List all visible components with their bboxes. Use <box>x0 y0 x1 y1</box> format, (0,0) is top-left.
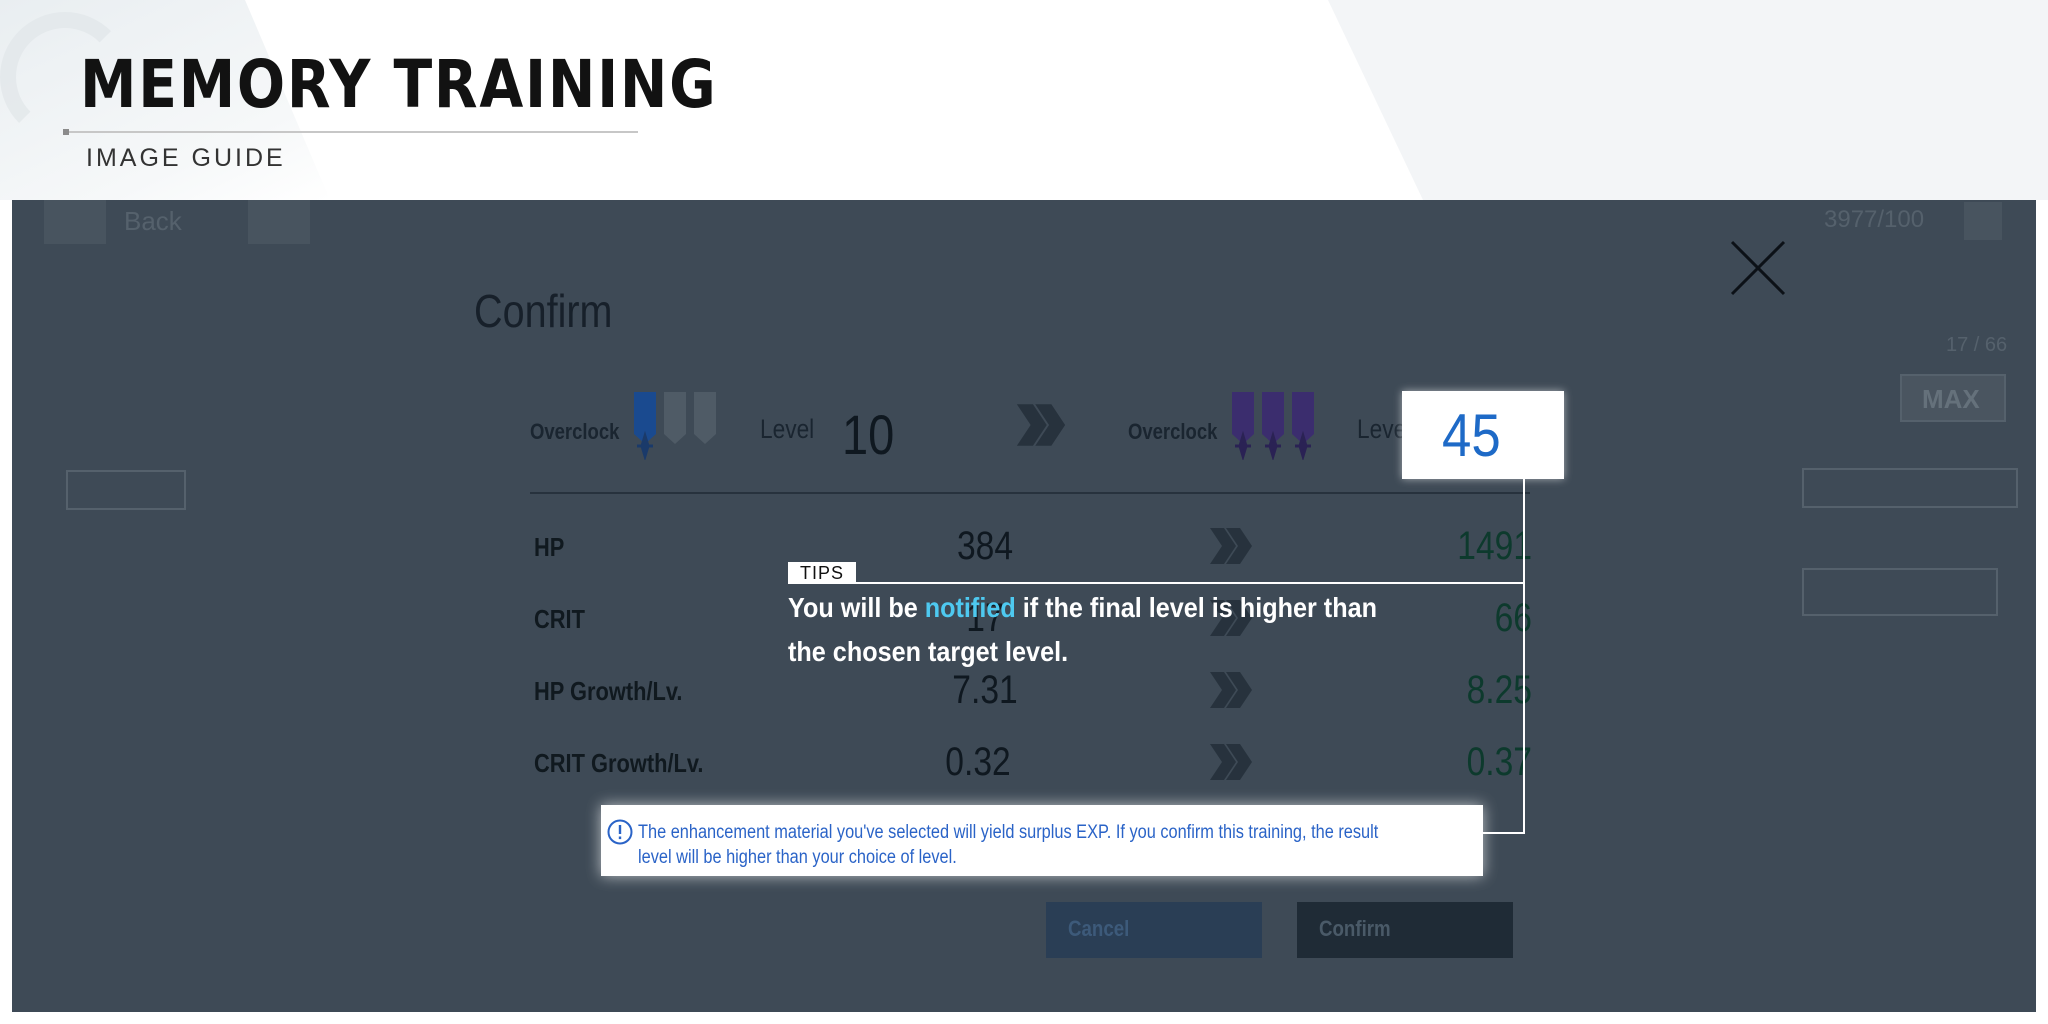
confirm-label: Confirm <box>1319 916 1391 941</box>
title-divider <box>63 131 638 133</box>
callout-line <box>788 582 1525 584</box>
stat-before-crit-growth: 0.32 <box>945 740 1011 784</box>
home-key-icon[interactable] <box>248 200 310 244</box>
callout-line <box>1482 832 1525 834</box>
target-overclock-label: Overclock <box>1128 419 1218 444</box>
callout-line <box>1523 479 1525 834</box>
side-panel-button[interactable] <box>1802 468 2018 508</box>
add-currency-button[interactable] <box>1964 202 2002 240</box>
stat-before-hp-growth: 7.31 <box>952 668 1018 712</box>
current-overclock-label: Overclock <box>530 419 620 444</box>
level-progress: 17 / 66 <box>1946 334 2008 356</box>
dialog-divider <box>530 492 1530 494</box>
tips-text-start: You will be <box>788 592 925 623</box>
max-button[interactable]: MAX <box>1900 374 2006 422</box>
dialog-title: Confirm <box>474 285 613 337</box>
arrow-right-icon <box>1210 528 1252 564</box>
stat-after-crit-growth: 0.37 <box>1466 740 1532 784</box>
stat-label-crit-growth: CRIT Growth/Lv. <box>534 748 704 778</box>
close-icon[interactable] <box>1726 236 1790 300</box>
stat-before-hp: 384 <box>956 524 1014 568</box>
tips-text-highlight: notified <box>924 592 1016 623</box>
side-panel-button-2[interactable] <box>1802 568 1998 616</box>
overclock-badge-current-icon <box>634 392 716 460</box>
cancel-label: Cancel <box>1068 916 1130 941</box>
max-label: MAX <box>1922 384 1980 414</box>
current-level-label: Level <box>760 414 815 444</box>
page-title: MEMORY TRAINING <box>80 46 718 123</box>
stat-label-crit: CRIT <box>534 604 585 634</box>
overclock-badge-target-icon <box>1232 392 1314 460</box>
back-key-icon[interactable] <box>44 200 106 244</box>
arrow-right-icon <box>1016 404 1066 446</box>
title-divider-dot <box>63 129 69 135</box>
cancel-button[interactable]: Cancel <box>1046 902 1262 958</box>
left-panel-button[interactable] <box>66 470 186 510</box>
target-level-highlight: 45 <box>1402 391 1564 479</box>
back-button[interactable]: Back <box>124 206 182 237</box>
surplus-exp-notice-text: The enhancement material you've selected… <box>638 822 1379 868</box>
stat-label-hp: HP <box>534 532 565 562</box>
stat-after-hp-growth: 8.25 <box>1466 668 1532 712</box>
info-alert-icon <box>607 819 633 845</box>
stat-label-hp-growth: HP Growth/Lv. <box>534 676 683 706</box>
currency-counter: 3977/100 <box>1824 206 1925 233</box>
confirm-button[interactable]: Confirm <box>1297 902 1513 958</box>
target-level-value: 45 <box>1442 402 1501 469</box>
arrow-right-icon <box>1210 744 1252 780</box>
header-decoration-right <box>1328 0 2048 200</box>
tips-text: You will be notified if the final level … <box>788 586 1409 674</box>
stat-after-hp: 1491 <box>1457 524 1532 568</box>
tips-tag: TIPS <box>788 562 856 583</box>
page-subtitle: IMAGE GUIDE <box>86 144 286 172</box>
current-level-value: 10 <box>842 403 895 466</box>
arrow-right-icon <box>1210 672 1252 708</box>
